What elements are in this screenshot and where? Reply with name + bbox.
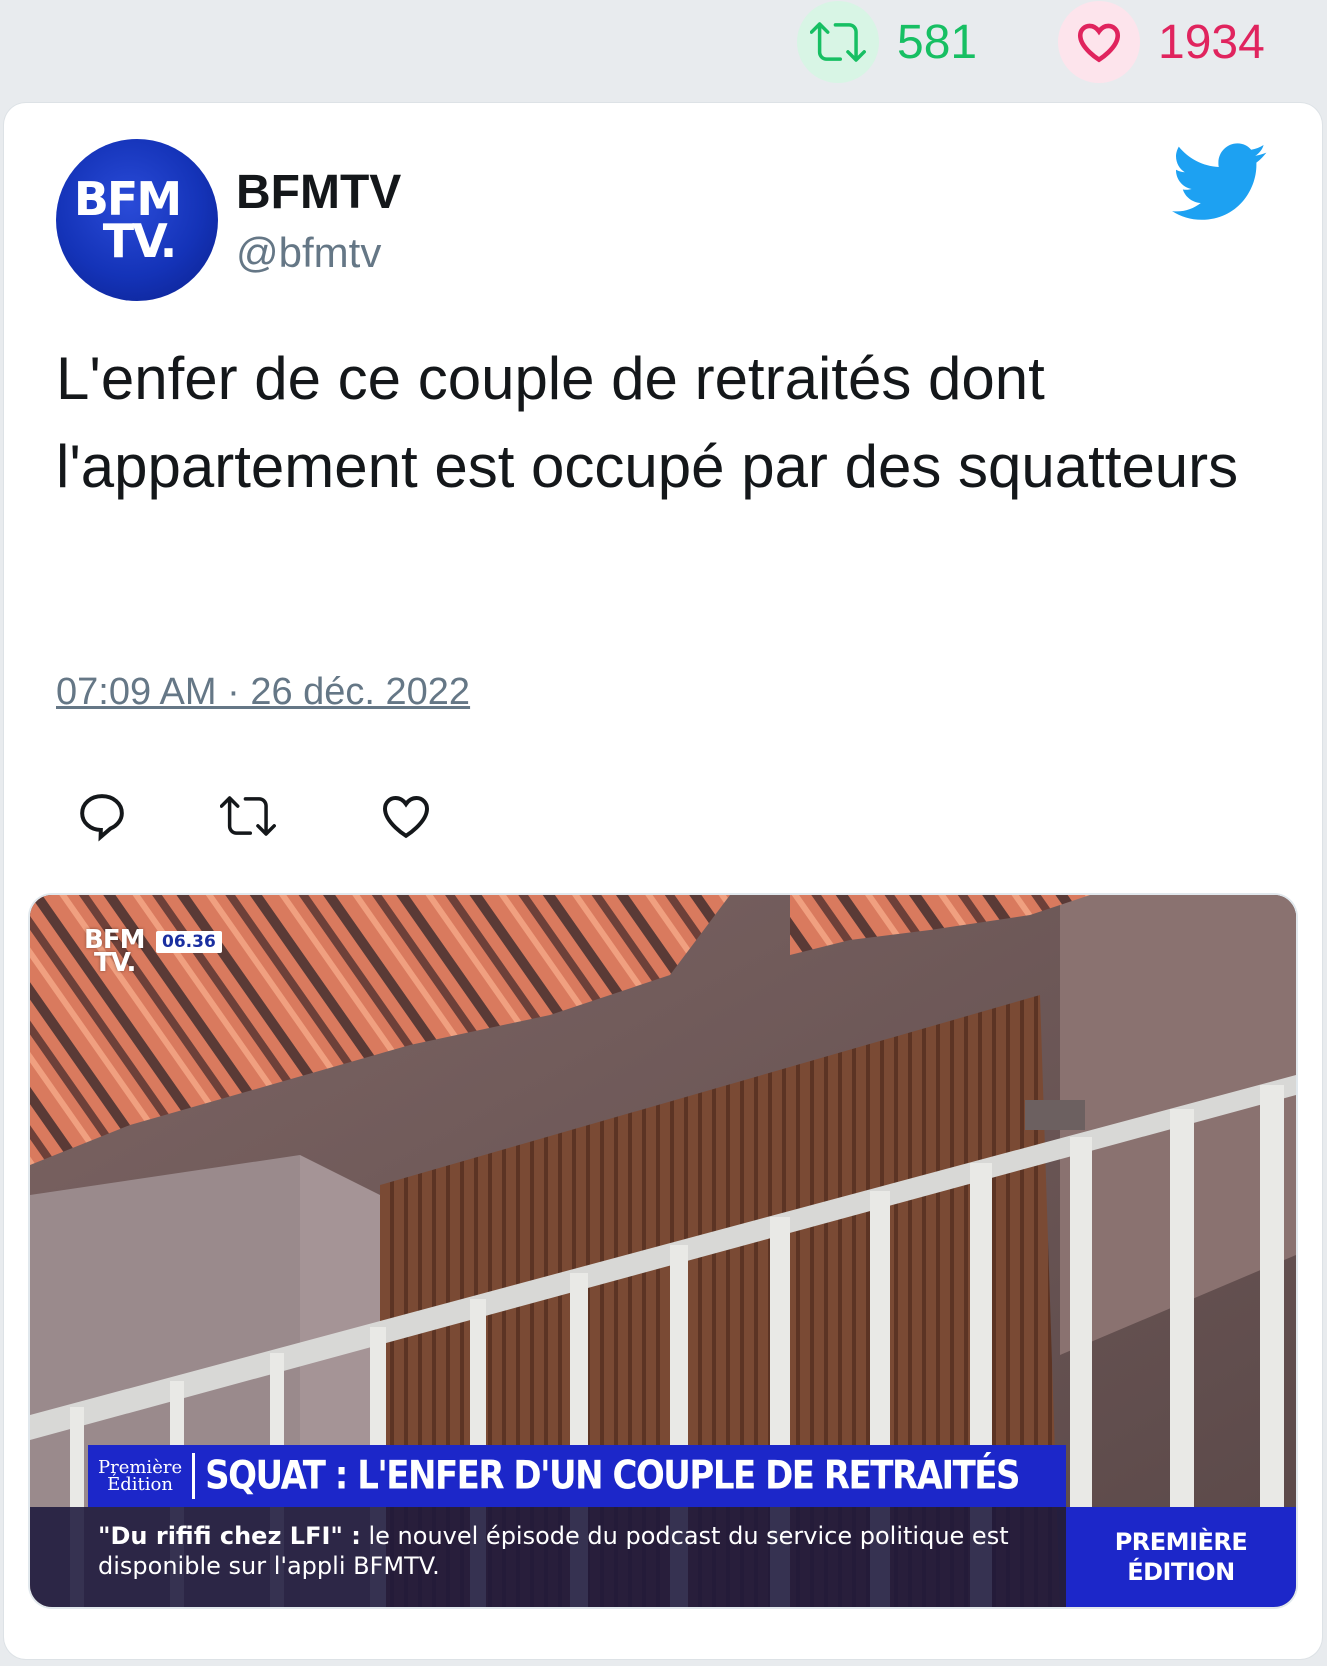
like-count: 1934 (1158, 15, 1265, 69)
twitter-bird-icon[interactable] (1172, 143, 1268, 223)
heart-icon (1058, 1, 1140, 83)
like-count-stat[interactable]: 1934 (1058, 1, 1265, 83)
news-ticker: "Du rififi chez LFI" : le nouvel épisode… (30, 1507, 1066, 1607)
author-handle[interactable]: @bfmtv (236, 229, 381, 277)
heart-icon[interactable] (378, 788, 434, 844)
avatar[interactable]: BFM TV. (56, 139, 218, 301)
ticker-bold: "Du rififi chez LFI" : (98, 1522, 361, 1550)
retweet-count: 581 (897, 15, 978, 69)
headline-banner: Première Édition SQUAT : L'ENFER D'UN CO… (88, 1445, 1066, 1507)
bfm-watermark-logo: BFM TV. (84, 925, 145, 979)
broadcast-clock: 06.36 (156, 931, 222, 953)
program-tag: PREMIÈRE ÉDITION (1066, 1507, 1296, 1607)
tweet-card: BFM TV. BFMTV @bfmtv L'enfer de ce coupl… (4, 103, 1322, 1659)
tweet-media-image[interactable]: BFM TV. 06.36 Première Édition SQUAT : L… (30, 895, 1296, 1607)
tweet-text: L'enfer de ce couple de retraités dont l… (56, 345, 1239, 500)
program-logo: Première Édition (88, 1453, 196, 1499)
avatar-logo-line2: TV. (102, 214, 178, 268)
tweet-timestamp[interactable]: 07:09 AM · 26 déc. 2022 (56, 671, 470, 714)
retweet-icon[interactable] (220, 788, 276, 844)
retweet-count-stat[interactable]: 581 (797, 1, 978, 83)
retweet-icon (797, 1, 879, 83)
author-name[interactable]: BFMTV (236, 165, 401, 220)
engagement-stats: 581 1934 (0, 0, 1327, 90)
headline-text: SQUAT : L'ENFER D'UN COUPLE DE RETRAITÉS (205, 1453, 1020, 1499)
reply-icon[interactable] (74, 788, 130, 844)
